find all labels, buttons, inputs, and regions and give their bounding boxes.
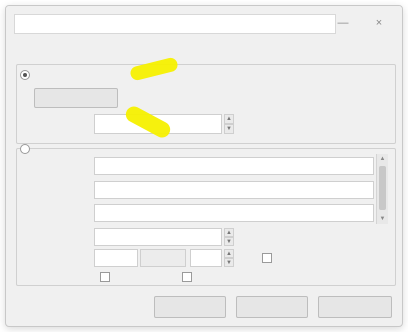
close-icon[interactable]: × xyxy=(372,16,386,30)
option-1-checkbox[interactable] xyxy=(100,272,110,282)
scale-spin-up-icon[interactable]: ▲ xyxy=(224,114,234,124)
minimize-icon[interactable]: — xyxy=(336,16,350,30)
color-spin-up-icon[interactable]: ▲ xyxy=(224,249,234,258)
list-scrollbar[interactable]: ▲ ▼ xyxy=(376,154,388,224)
row-input-2[interactable] xyxy=(94,181,374,199)
title-field xyxy=(14,14,336,34)
scroll-up-icon[interactable]: ▲ xyxy=(377,154,388,164)
color-swatch-2[interactable] xyxy=(190,249,222,267)
scroll-down-icon[interactable]: ▼ xyxy=(377,214,388,224)
row-input-4[interactable] xyxy=(94,228,222,246)
row4-spin-down-icon[interactable]: ▼ xyxy=(224,237,234,246)
group-a-button[interactable] xyxy=(34,88,118,108)
row4-spin-up-icon[interactable]: ▲ xyxy=(224,228,234,237)
footer-button-2[interactable] xyxy=(236,296,308,318)
color-picker-1[interactable] xyxy=(140,249,186,267)
scroll-thumb[interactable] xyxy=(379,166,386,210)
row-input-1[interactable] xyxy=(94,157,374,175)
footer-button-1[interactable] xyxy=(154,296,226,318)
footer-button-3[interactable] xyxy=(318,296,392,318)
group-b-radio[interactable] xyxy=(20,144,30,154)
group-a-radio[interactable] xyxy=(20,70,30,80)
color-spin-down-icon[interactable]: ▼ xyxy=(224,258,234,267)
row-input-3[interactable] xyxy=(94,204,374,222)
option-2-checkbox[interactable] xyxy=(182,272,192,282)
dialog-window: — × ▲ ▼ ▲ ▼ ▲ ▼ ▲ ▼ xyxy=(5,5,403,327)
scale-spin-down-icon[interactable]: ▼ xyxy=(224,124,234,134)
color-swatch-1[interactable] xyxy=(94,249,138,267)
color-checkbox[interactable] xyxy=(262,253,272,263)
title-bar: — × xyxy=(6,6,402,40)
